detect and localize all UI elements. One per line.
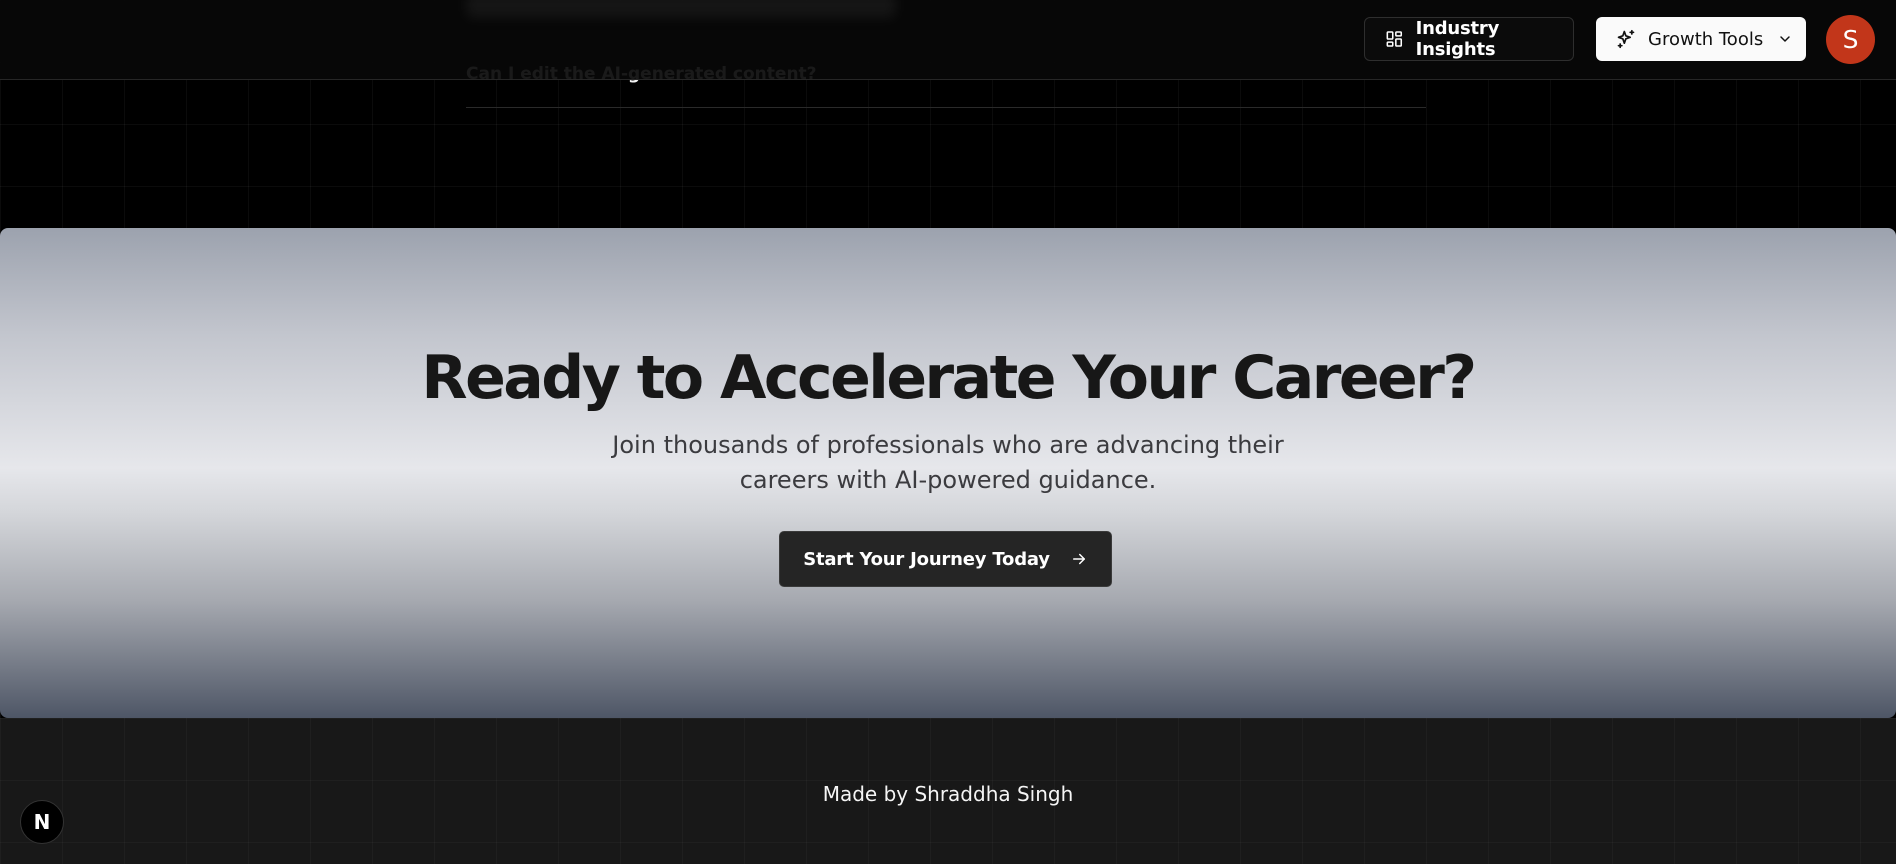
growth-tools-label: Growth Tools	[1648, 28, 1764, 50]
start-journey-button[interactable]: Start Your Journey Today	[779, 531, 1112, 587]
avatar-initial: S	[1842, 25, 1859, 54]
nextjs-badge-letter: N	[33, 810, 51, 834]
start-journey-label: Start Your Journey Today	[803, 548, 1050, 570]
footer-credit: Made by Shraddha Singh	[822, 782, 1074, 806]
blurred-heading	[466, 0, 896, 18]
cta-subtitle: Join thousands of professionals who are …	[612, 431, 1284, 494]
cta-section: Ready to Accelerate Your Career? Join th…	[0, 228, 1896, 718]
arrow-right-icon	[1072, 553, 1085, 565]
faq-divider	[466, 107, 1426, 108]
user-avatar[interactable]: S	[1826, 15, 1875, 64]
industry-insights-button[interactable]: Industry Insights	[1364, 17, 1574, 61]
chevron-down-icon	[1780, 36, 1790, 42]
sparkles-icon	[1617, 29, 1635, 49]
growth-tools-dropdown[interactable]: Growth Tools	[1596, 17, 1806, 61]
industry-insights-label: Industry Insights	[1415, 18, 1500, 60]
layout-dashboard-icon	[1386, 31, 1403, 47]
top-navbar: Industry Insights Growth Tools S	[0, 0, 1896, 80]
footer: Made by Shraddha Singh	[0, 718, 1896, 864]
page: Industry Insights Growth Tools S Can I e…	[0, 0, 1896, 864]
cta-title: Ready to Accelerate Your Career?	[421, 343, 1477, 413]
nextjs-dev-badge[interactable]: N	[20, 800, 64, 844]
